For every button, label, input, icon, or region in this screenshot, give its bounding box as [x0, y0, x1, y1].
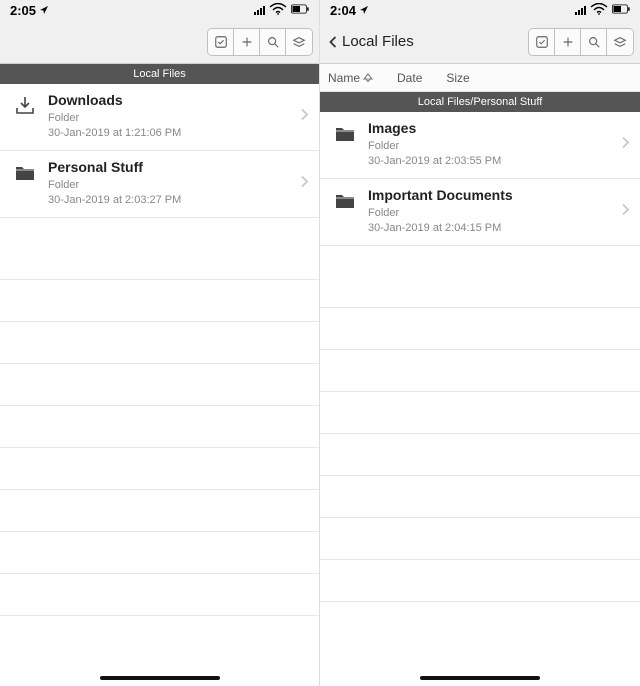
sort-label: Size	[446, 71, 469, 85]
separator	[320, 517, 640, 518]
chevron-left-icon	[326, 35, 340, 49]
item-title: Downloads	[48, 92, 309, 108]
chevron-right-icon	[621, 135, 630, 154]
toolbar	[0, 20, 319, 64]
separator	[320, 601, 640, 602]
status-bar: 2:04	[320, 0, 640, 20]
home-indicator[interactable]	[100, 676, 220, 680]
separator	[320, 475, 640, 476]
item-type: Folder	[368, 206, 630, 221]
home-indicator[interactable]	[420, 676, 540, 680]
location-icon	[39, 3, 49, 18]
sort-size[interactable]: Size	[446, 71, 469, 85]
battery-icon	[291, 3, 309, 18]
status-time: 2:04	[330, 3, 356, 18]
status-bar: 2:05	[0, 0, 319, 20]
chevron-right-icon	[300, 174, 309, 193]
wifi-icon	[590, 3, 608, 18]
download-tray-icon	[12, 93, 38, 119]
select-button[interactable]	[529, 29, 555, 55]
separator	[320, 307, 640, 308]
item-type: Folder	[368, 139, 630, 154]
sort-bar: Name Date Size	[320, 64, 640, 92]
select-button[interactable]	[208, 29, 234, 55]
signal-icon	[254, 5, 265, 15]
add-button[interactable]	[234, 29, 260, 55]
wifi-icon	[269, 3, 287, 18]
sort-date[interactable]: Date	[397, 71, 422, 85]
list-item[interactable]: Images Folder 30-Jan-2019 at 2:03:55 PM	[320, 112, 640, 179]
separator	[320, 391, 640, 392]
folder-icon	[332, 188, 358, 214]
section-header: Local Files	[0, 64, 319, 84]
folder-icon	[332, 121, 358, 147]
separator	[0, 279, 319, 280]
sort-label: Date	[397, 71, 422, 85]
item-type: Folder	[48, 178, 309, 193]
item-title: Important Documents	[368, 187, 630, 203]
battery-icon	[612, 3, 630, 18]
file-list: Downloads Folder 30-Jan-2019 at 1:21:06 …	[0, 84, 319, 686]
separator	[0, 573, 319, 574]
add-button[interactable]	[555, 29, 581, 55]
sort-name[interactable]: Name	[328, 71, 373, 85]
list-item[interactable]: Downloads Folder 30-Jan-2019 at 1:21:06 …	[0, 84, 319, 151]
layers-button[interactable]	[286, 29, 312, 55]
arrow-up-icon	[363, 71, 373, 85]
list-item[interactable]: Personal Stuff Folder 30-Jan-2019 at 2:0…	[0, 151, 319, 218]
chevron-right-icon	[621, 202, 630, 221]
toolbar: Local Files	[320, 20, 640, 64]
layers-button[interactable]	[607, 29, 633, 55]
chevron-right-icon	[300, 107, 309, 126]
status-time: 2:05	[10, 3, 36, 18]
file-list: Images Folder 30-Jan-2019 at 2:03:55 PM …	[320, 112, 640, 686]
back-label: Local Files	[342, 33, 414, 50]
folder-icon	[12, 160, 38, 186]
item-detail: 30-Jan-2019 at 2:03:27 PM	[48, 193, 309, 208]
item-detail: 30-Jan-2019 at 1:21:06 PM	[48, 126, 309, 141]
item-detail: 30-Jan-2019 at 2:04:15 PM	[368, 221, 630, 236]
pane-left: 2:05 Local Files Downloa	[0, 0, 320, 686]
separator	[320, 559, 640, 560]
separator	[320, 433, 640, 434]
separator	[0, 363, 319, 364]
pane-right: 2:04 Local Files Name	[320, 0, 640, 686]
item-title: Personal Stuff	[48, 159, 309, 175]
back-button[interactable]: Local Files	[326, 33, 414, 50]
separator	[0, 447, 319, 448]
location-icon	[359, 3, 369, 18]
list-item[interactable]: Important Documents Folder 30-Jan-2019 a…	[320, 179, 640, 246]
signal-icon	[575, 5, 586, 15]
item-title: Images	[368, 120, 630, 136]
search-button[interactable]	[581, 29, 607, 55]
item-detail: 30-Jan-2019 at 2:03:55 PM	[368, 154, 630, 169]
separator	[320, 349, 640, 350]
separator	[0, 489, 319, 490]
item-type: Folder	[48, 111, 309, 126]
sort-label: Name	[328, 71, 360, 85]
section-header: Local Files/Personal Stuff	[320, 92, 640, 112]
separator	[0, 615, 319, 616]
separator	[0, 531, 319, 532]
separator	[0, 321, 319, 322]
search-button[interactable]	[260, 29, 286, 55]
separator	[0, 405, 319, 406]
